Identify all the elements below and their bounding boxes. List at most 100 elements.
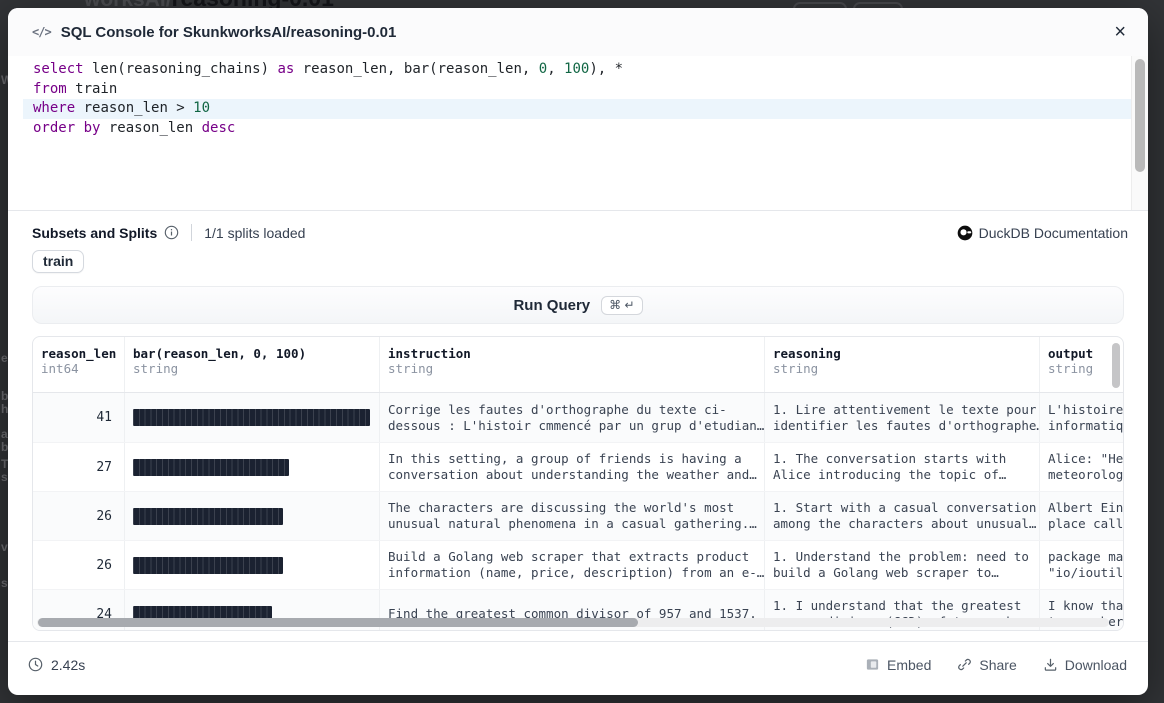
- code-token: reason_len, bar(reason_len,: [294, 61, 538, 77]
- code-token: ), *: [589, 61, 623, 77]
- cell-reasoning: 1. The conversation starts withAlice int…: [764, 443, 1039, 491]
- splits-chip-row: train: [8, 241, 1148, 273]
- table-row[interactable]: 26 The characters are discussing the worl…: [33, 491, 1123, 540]
- table-body: 41Corrige les fautes d'orthographe du te…: [33, 393, 1123, 631]
- code-line[interactable]: select len(reasoning_chains) as reason_l…: [23, 60, 1131, 80]
- column-type: string: [773, 361, 1031, 376]
- run-query-button[interactable]: Run Query ⌘ ↵: [32, 286, 1124, 324]
- table-row[interactable]: 26 Build a Golang web scraper that extrac…: [33, 540, 1123, 589]
- divider: [191, 224, 192, 241]
- cell-text-line: L'histoire co: [1048, 402, 1115, 418]
- code-token: select: [33, 61, 84, 77]
- download-button[interactable]: Download: [1043, 657, 1127, 673]
- cell-text-line: The characters are discussing the world'…: [388, 500, 756, 516]
- code-token: [75, 120, 83, 136]
- code-token: reason_len >: [75, 100, 193, 116]
- backdrop-text-fragment: a: [1, 427, 8, 441]
- cell-text-line: conversation about understanding the wea…: [388, 467, 756, 483]
- cell-reasoning: 1. Lire attentivement le texte pourident…: [764, 393, 1039, 442]
- table-row[interactable]: 27 In this setting, a group of friends is…: [33, 442, 1123, 491]
- footer-actions: Embed Share Download: [865, 657, 1127, 673]
- cell-reason-len: 26: [33, 541, 124, 589]
- code-icon: </>: [32, 25, 51, 39]
- embed-button[interactable]: Embed: [865, 657, 931, 673]
- column-name: reason_len: [41, 346, 116, 361]
- cell-text-line: place called: [1048, 516, 1115, 532]
- cell-text-line: 1. Start with a casual conversation: [773, 500, 1031, 516]
- info-icon[interactable]: [164, 225, 179, 240]
- backdrop-text-fragment: W: [1, 73, 8, 87]
- cell-text-line: In this setting, a group of friends is h…: [388, 451, 756, 467]
- backdrop-page-header: worksAI/reasoning-0.01: [0, 0, 1164, 8]
- code-token: ,: [547, 61, 564, 77]
- column-header-reasoning: reasoningstring: [764, 337, 1039, 392]
- share-button[interactable]: Share: [957, 657, 1016, 673]
- table-horizontal-scrollbar-thumb[interactable]: [38, 618, 638, 627]
- cell-instruction: Build a Golang web scraper that extracts…: [379, 541, 764, 589]
- table-header: reason_lenint64bar(reason_len, 0, 100)st…: [33, 337, 1123, 393]
- modal-header: </> SQL Console for SkunkworksAI/reasoni…: [8, 8, 1148, 56]
- code-token: 100: [564, 61, 589, 77]
- bar-glyph: [133, 557, 283, 574]
- backdrop-text-fragment: s: [1, 576, 8, 590]
- duckdb-documentation-link[interactable]: DuckDB Documentation: [957, 225, 1128, 241]
- code-token: as: [277, 61, 294, 77]
- code-line[interactable]: from train: [23, 80, 1131, 100]
- code-line[interactable]: where reason_len > 10: [23, 99, 1131, 119]
- column-type: string: [133, 361, 371, 376]
- cell-text-line: dessous : L'histoir cmmencé par un grup …: [388, 418, 756, 434]
- code-token: 10: [193, 100, 210, 116]
- cell-bar: [124, 541, 379, 589]
- cell-text-line: 1. The conversation starts with: [773, 451, 1031, 467]
- code-token: by: [84, 120, 101, 136]
- cell-text-line: build a Golang web scraper to…: [773, 565, 1031, 581]
- backdrop-text-fragment: s: [1, 470, 8, 484]
- cell-text-line: 1. I understand that the greatest: [773, 598, 1031, 614]
- cell-text-line: information (name, price, description) f…: [388, 565, 756, 581]
- code-token: where: [33, 100, 75, 116]
- editor-scrollbar[interactable]: [1131, 56, 1148, 210]
- cell-text-line: 1. Lire attentivement le texte pour: [773, 402, 1031, 418]
- results-table: reason_lenint64bar(reason_len, 0, 100)st…: [32, 336, 1124, 631]
- table-row[interactable]: 41Corrige les fautes d'orthographe du te…: [33, 393, 1123, 442]
- backdrop-text-fragment: b: [1, 389, 8, 403]
- backdrop-text-fragment: h: [1, 402, 8, 416]
- duckdb-documentation-label: DuckDB Documentation: [979, 225, 1128, 241]
- bar-glyph: [133, 508, 283, 525]
- code-token: desc: [202, 120, 236, 136]
- code-token: reason_len: [100, 120, 201, 136]
- cell-text-line: among the characters about unusual…: [773, 516, 1031, 532]
- duckdb-logo-icon: [957, 225, 973, 241]
- cell-output: package main "io/ioutil" ': [1039, 541, 1123, 589]
- column-name: bar(reason_len, 0, 100): [133, 346, 371, 361]
- cell-output: Albert Einsteplace called: [1039, 492, 1123, 540]
- keyboard-shortcut-badge: ⌘ ↵: [601, 296, 642, 315]
- backdrop-text-fragment: T: [1, 457, 8, 471]
- code-token: from: [33, 81, 67, 97]
- column-name: instruction: [388, 346, 756, 361]
- download-label: Download: [1065, 657, 1127, 673]
- editor-scrollbar-thumb[interactable]: [1135, 59, 1145, 172]
- code-token: len(reasoning_chains): [84, 61, 278, 77]
- cell-reasoning: 1. Understand the problem: need tobuild …: [764, 541, 1039, 589]
- cell-reason-len: 27: [33, 443, 124, 491]
- cell-text-line: Alice: "Hey g: [1048, 451, 1115, 467]
- share-link-icon: [957, 657, 972, 672]
- split-chip-train[interactable]: train: [32, 250, 84, 273]
- code-token: 0: [539, 61, 547, 77]
- run-query-label: Run Query: [513, 297, 590, 314]
- cell-reason-len: 26: [33, 492, 124, 540]
- cell-instruction: The characters are discussing the world'…: [379, 492, 764, 540]
- modal-title: SQL Console for SkunkworksAI/reasoning-0…: [61, 24, 397, 41]
- cell-text-line: Albert Einste: [1048, 500, 1115, 516]
- sql-editor-lines[interactable]: select len(reasoning_chains) as reason_l…: [23, 60, 1131, 210]
- cell-text-line: unusual natural phenomena in a casual ga…: [388, 516, 756, 532]
- cell-text-line: informatique: [1048, 418, 1115, 434]
- table-horizontal-scrollbar[interactable]: [37, 618, 1109, 627]
- code-line[interactable]: order by reason_len desc: [23, 119, 1131, 139]
- cell-output: L'histoire coinformatique: [1039, 393, 1123, 442]
- sql-console-modal: </> SQL Console for SkunkworksAI/reasoni…: [8, 8, 1148, 695]
- close-icon[interactable]: ×: [1108, 18, 1132, 46]
- splits-loaded-status: 1/1 splits loaded: [204, 225, 305, 241]
- table-vertical-scrollbar[interactable]: [1112, 343, 1120, 388]
